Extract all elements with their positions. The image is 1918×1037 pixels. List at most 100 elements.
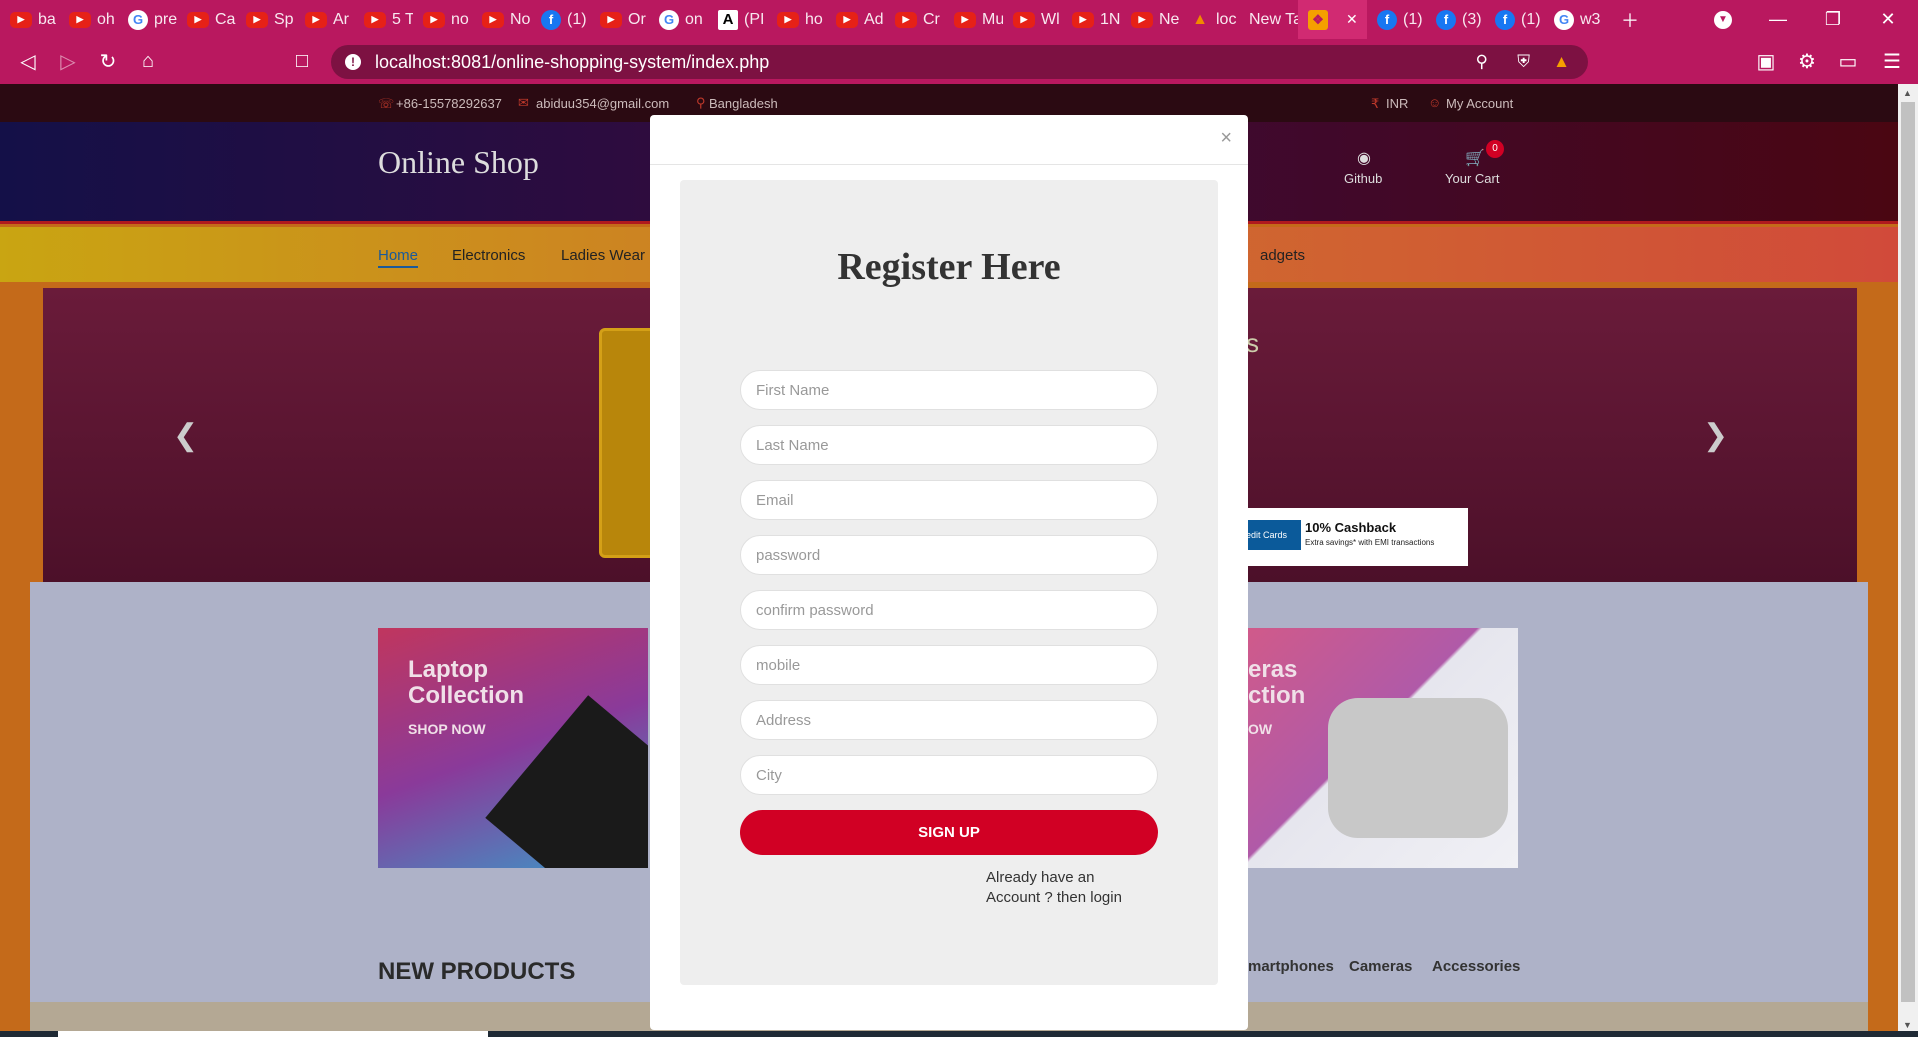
signup-button[interactable]: SIGN UP: [740, 810, 1158, 855]
email-input[interactable]: [740, 480, 1158, 520]
extensions-icon[interactable]: ⚙: [1787, 42, 1827, 82]
browser-tab[interactable]: ▶ No: [472, 0, 531, 39]
menu-icon[interactable]: ☰: [1872, 42, 1912, 82]
site-info-icon[interactable]: !: [345, 54, 361, 70]
nav-home[interactable]: Home: [378, 247, 419, 268]
browser-tab[interactable]: f (1): [1367, 0, 1426, 39]
page-scrollbar[interactable]: ▲ ▼: [1898, 84, 1918, 1037]
github-label[interactable]: Github: [1344, 171, 1382, 186]
browser-tab[interactable]: ▶ 5 T: [354, 0, 413, 39]
city-input[interactable]: [740, 755, 1158, 795]
cart-label[interactable]: Your Cart: [1445, 171, 1499, 186]
browser-tab[interactable]: ▶ no: [413, 0, 472, 39]
password-input[interactable]: [740, 535, 1158, 575]
browser-tab[interactable]: ▶ Or: [590, 0, 649, 39]
url-text[interactable]: localhost:8081/online-shopping-system/in…: [375, 52, 769, 73]
taskbar-highlight: [58, 1031, 488, 1037]
modal-header-divider: [650, 164, 1248, 165]
browser-tab[interactable]: ▲ loc: [1180, 0, 1239, 39]
location-text[interactable]: Bangladesh: [709, 96, 778, 111]
nav-electronics[interactable]: Electronics: [452, 247, 525, 264]
mobile-input[interactable]: [740, 645, 1158, 685]
browser-tab[interactable]: f (1): [531, 0, 590, 39]
browser-tab[interactable]: ▶ Ne: [1121, 0, 1180, 39]
login-line-1[interactable]: Already have an: [986, 868, 1156, 888]
brave-rewards-icon[interactable]: ▲: [1553, 52, 1570, 72]
restore-button[interactable]: ❐: [1813, 0, 1853, 39]
laptop-collection-card[interactable]: Laptop Collection SHOP NOW: [378, 628, 648, 868]
nav-ladies-wear[interactable]: Ladies Wear: [561, 247, 645, 264]
browser-tab[interactable]: Gw3: [1544, 0, 1603, 39]
browser-tab[interactable]: ▶ ba: [0, 0, 59, 39]
shop-now-right-link[interactable]: OW: [1248, 721, 1272, 737]
browser-tab[interactable]: ▶ Mu: [944, 0, 1003, 39]
confirm-password-input[interactable]: [740, 590, 1158, 630]
browser-tab[interactable]: ▶ Ca: [177, 0, 236, 39]
scroll-down-icon[interactable]: ▼: [1903, 1020, 1912, 1030]
product-tab-smartphones[interactable]: martphones: [1248, 958, 1334, 975]
browser-tab[interactable]: ▶ ho: [767, 0, 826, 39]
brave-shield-icon[interactable]: ⛨: [1517, 52, 1530, 72]
shop-now-link[interactable]: SHOP NOW: [408, 721, 486, 737]
first-name-input[interactable]: [740, 370, 1158, 410]
zoom-icon[interactable]: ⚲: [1476, 52, 1488, 72]
browser-tab[interactable]: New Ta: [1239, 0, 1298, 39]
product-tab-cameras[interactable]: Cameras: [1349, 958, 1412, 975]
camera-image: [1328, 698, 1508, 838]
browser-tab[interactable]: ❖ ✕: [1298, 0, 1367, 39]
bookmark-icon[interactable]: □: [282, 42, 322, 82]
google-icon: G: [128, 9, 148, 30]
login-line-2[interactable]: Account ? then login: [986, 888, 1156, 908]
tab-search-icon[interactable]: ▼: [1708, 0, 1738, 39]
browser-tab[interactable]: A (PI: [708, 0, 767, 39]
close-tab-icon[interactable]: ✕: [1346, 11, 1358, 28]
minimize-button[interactable]: —: [1758, 0, 1798, 39]
close-window-button[interactable]: ✕: [1868, 0, 1908, 39]
tab-label: loc: [1216, 10, 1237, 28]
browser-tab[interactable]: ▶ Wl: [1003, 0, 1062, 39]
cashback-banner[interactable]: redit Cards 10% Cashback Extra savings* …: [1243, 508, 1468, 566]
back-button[interactable]: ◁: [8, 42, 48, 82]
forward-button[interactable]: ▷: [48, 42, 88, 82]
address-input[interactable]: [740, 700, 1158, 740]
tab-label: 1N: [1100, 10, 1121, 28]
last-name-input[interactable]: [740, 425, 1158, 465]
browser-tab[interactable]: f (3): [1426, 0, 1485, 39]
address-bar[interactable]: ! localhost:8081/online-shopping-system/…: [331, 45, 1588, 79]
account-text[interactable]: My Account: [1446, 96, 1513, 111]
browser-tab[interactable]: ▶ Cr: [885, 0, 944, 39]
browser-tab[interactable]: f (1): [1485, 0, 1544, 39]
cart-icon[interactable]: 🛒: [1465, 148, 1485, 168]
youtube-icon: ▶: [1072, 11, 1094, 28]
wallet-icon[interactable]: ▭: [1828, 42, 1868, 82]
scroll-up-icon[interactable]: ▲: [1903, 88, 1912, 98]
phone-text[interactable]: +86-15578292637: [396, 96, 502, 111]
browser-tab[interactable]: Gon: [649, 0, 708, 39]
scroll-thumb[interactable]: [1901, 102, 1915, 1002]
home-button[interactable]: ⌂: [128, 42, 168, 82]
product-tab-accessories[interactable]: Accessories: [1432, 958, 1520, 975]
laptop-image: [485, 695, 648, 868]
slider-prev-icon[interactable]: ❮: [173, 418, 198, 453]
browser-tab[interactable]: ▶ Ad: [826, 0, 885, 39]
phone-icon: ☏: [378, 96, 395, 111]
currency-text[interactable]: INR: [1386, 96, 1408, 111]
tab-label: Ad: [864, 10, 884, 28]
github-icon[interactable]: ◉: [1357, 148, 1371, 168]
camera-collection-card[interactable]: eras ction OW: [1248, 628, 1518, 868]
browser-tab[interactable]: ▶ Ar: [295, 0, 354, 39]
login-link[interactable]: Already have an Account ? then login: [986, 868, 1156, 908]
tab-label: Sp: [274, 10, 294, 28]
screenshot-icon[interactable]: ▣: [1746, 42, 1786, 82]
reload-button[interactable]: ↻: [88, 42, 128, 82]
browser-tab[interactable]: ▶ 1N: [1062, 0, 1121, 39]
email-text[interactable]: abiduu354@gmail.com: [536, 96, 669, 111]
browser-tab[interactable]: Gpre: [118, 0, 177, 39]
nav-gadgets[interactable]: adgets: [1260, 247, 1305, 264]
new-tab-button[interactable]: ＋: [1615, 0, 1645, 39]
browser-tab[interactable]: ▶ oh: [59, 0, 118, 39]
slider-next-icon[interactable]: ❯: [1703, 418, 1728, 453]
close-icon[interactable]: ×: [1220, 127, 1232, 150]
browser-tab[interactable]: ▶ Sp: [236, 0, 295, 39]
site-logo[interactable]: Online Shop: [378, 144, 539, 181]
